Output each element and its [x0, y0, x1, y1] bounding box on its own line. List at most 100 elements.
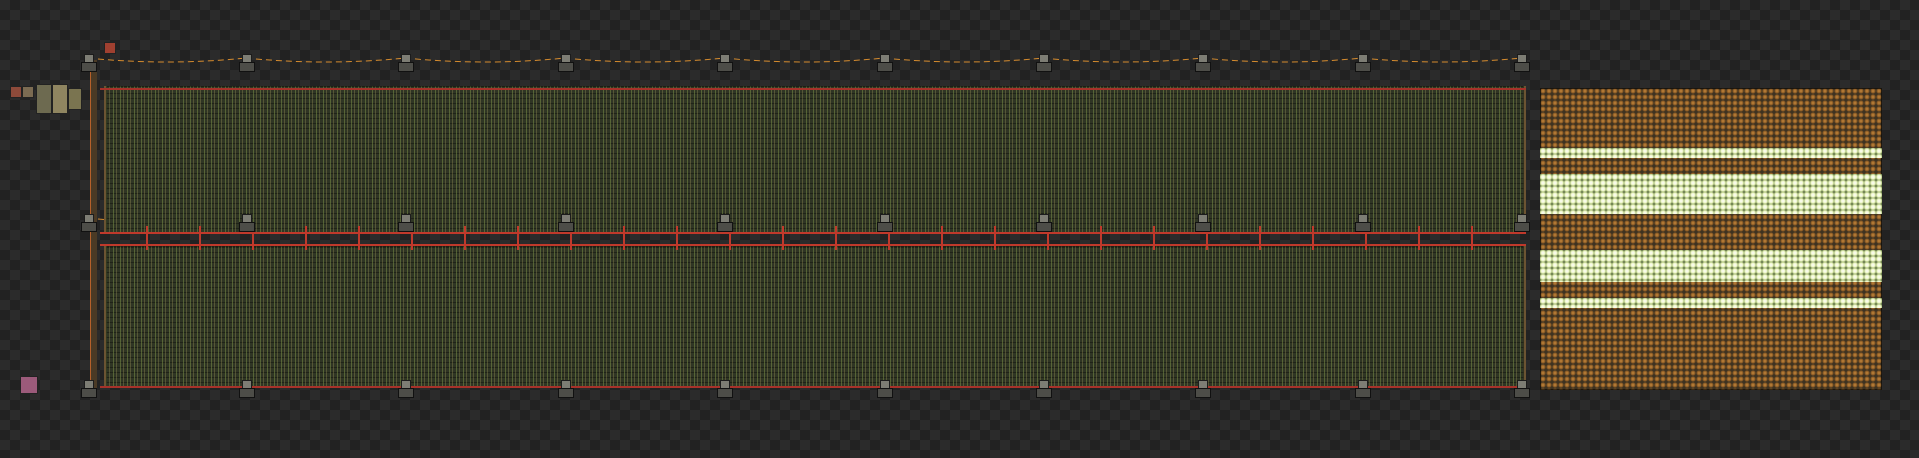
pole-base	[81, 388, 97, 398]
electric-pole-icon[interactable]	[1514, 380, 1530, 398]
arithmetic-combinator-icon[interactable]	[68, 88, 82, 110]
red-wire-link	[146, 226, 148, 250]
pole-base	[1195, 62, 1211, 72]
lamp-row-lit-upper	[1540, 148, 1882, 158]
copper-wire-top	[1042, 57, 1203, 63]
copper-wire-top	[564, 57, 725, 63]
electric-pole-icon[interactable]	[1355, 54, 1371, 72]
pole-base	[1036, 62, 1052, 72]
lamp-row-lit-lower-band	[1540, 250, 1882, 282]
electric-pole-icon[interactable]	[81, 54, 97, 72]
red-wire-link	[517, 226, 519, 250]
left-signal-column-tag[interactable]	[104, 42, 116, 54]
pole-base	[877, 62, 893, 72]
electric-pole-icon[interactable]	[81, 380, 97, 398]
red-wire-link	[1471, 226, 1473, 250]
electric-pole-icon[interactable]	[717, 54, 733, 72]
electric-pole-icon[interactable]	[877, 380, 893, 398]
electric-pole-icon[interactable]	[717, 380, 733, 398]
pole-base	[558, 222, 574, 232]
lamp-row-lit-upper-band	[1540, 174, 1882, 214]
copper-wire-top	[883, 57, 1044, 63]
electric-pole-icon[interactable]	[81, 214, 97, 232]
pole-base	[1514, 222, 1530, 232]
electric-pole-icon[interactable]	[558, 380, 574, 398]
pole-base	[1036, 388, 1052, 398]
copper-wire-top	[1201, 57, 1363, 63]
copper-wire-top	[723, 57, 885, 63]
red-wire-link	[623, 226, 625, 250]
pole-base	[1514, 388, 1530, 398]
constant-combinator-icon[interactable]	[22, 86, 34, 98]
electric-pole-icon[interactable]	[239, 380, 255, 398]
red-wire-link	[358, 226, 360, 250]
pole-base	[558, 388, 574, 398]
electric-pole-icon[interactable]	[398, 380, 414, 398]
electric-pole-icon[interactable]	[717, 214, 733, 232]
pole-base	[1514, 62, 1530, 72]
pole-base	[717, 222, 733, 232]
left-control-stack[interactable]	[10, 84, 82, 114]
copper-wire-top	[1361, 57, 1522, 63]
pole-base	[81, 222, 97, 232]
pole-base	[1195, 388, 1211, 398]
pole-base	[877, 222, 893, 232]
pole-base	[717, 388, 733, 398]
electric-pole-icon[interactable]	[1195, 54, 1211, 72]
red-wire-link	[941, 226, 943, 250]
lamp-row-lit-lower	[1540, 298, 1882, 308]
game-map-viewport[interactable]	[0, 0, 1919, 458]
red-wire-bottom	[100, 386, 1526, 388]
electric-pole-icon[interactable]	[1195, 214, 1211, 232]
electric-pole-icon[interactable]	[1355, 214, 1371, 232]
red-wire-link	[1153, 226, 1155, 250]
pole-base	[877, 388, 893, 398]
electric-pole-icon[interactable]	[1514, 54, 1530, 72]
electric-pole-icon[interactable]	[1036, 214, 1052, 232]
red-wire-top	[100, 88, 1526, 90]
electric-pole-icon[interactable]	[1036, 380, 1052, 398]
red-wire-link	[1418, 226, 1420, 250]
electric-pole-icon[interactable]	[558, 54, 574, 72]
pole-base	[1355, 62, 1371, 72]
electric-pole-icon[interactable]	[239, 54, 255, 72]
pole-base	[1355, 222, 1371, 232]
copper-wire-top	[87, 57, 247, 63]
red-wire-link	[782, 226, 784, 250]
red-wire-link	[994, 226, 996, 250]
pole-base	[239, 388, 255, 398]
electric-pole-icon[interactable]	[398, 214, 414, 232]
electric-pole-icon[interactable]	[1355, 380, 1371, 398]
constant-combinator-icon[interactable]	[10, 86, 22, 98]
constant-combinator-icon[interactable]	[36, 84, 52, 114]
lamp-display-field[interactable]	[1540, 88, 1882, 390]
red-wire-link	[1100, 226, 1102, 250]
electric-pole-icon[interactable]	[877, 54, 893, 72]
pole-base	[239, 222, 255, 232]
copper-wire-top	[245, 57, 406, 63]
copper-wire-top	[404, 57, 566, 63]
top-copper-wires	[87, 57, 1522, 63]
red-wire-link	[676, 226, 678, 250]
electric-pole-icon[interactable]	[558, 214, 574, 232]
decider-combinator-icon[interactable]	[52, 84, 68, 114]
electric-pole-icon[interactable]	[398, 54, 414, 72]
red-wire-link	[1312, 226, 1314, 250]
combinator-array-bottom[interactable]	[104, 246, 1526, 388]
electric-pole-icon[interactable]	[239, 214, 255, 232]
pole-base	[398, 388, 414, 398]
electric-pole-icon[interactable]	[1195, 380, 1211, 398]
roboport-icon[interactable]	[20, 376, 38, 394]
pole-base	[239, 62, 255, 72]
pole-base	[398, 222, 414, 232]
electric-pole-icon[interactable]	[1036, 54, 1052, 72]
electric-pole-icon[interactable]	[877, 214, 893, 232]
electric-pole-icon[interactable]	[1514, 214, 1530, 232]
red-wire-link	[1259, 226, 1261, 250]
pole-base	[81, 62, 97, 72]
pole-base	[1195, 222, 1211, 232]
red-wire-link	[464, 226, 466, 250]
pole-base	[1355, 388, 1371, 398]
pole-base	[558, 62, 574, 72]
combinator-array-top[interactable]	[104, 86, 1526, 234]
